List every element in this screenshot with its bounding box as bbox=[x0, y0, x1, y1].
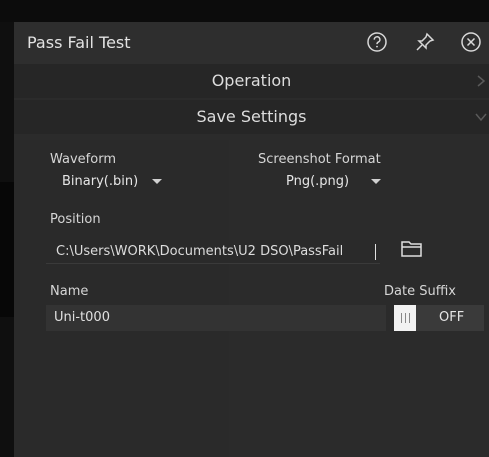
background-left bbox=[0, 22, 14, 457]
caret-down-icon bbox=[371, 179, 382, 184]
operation-section-header[interactable]: Operation bbox=[14, 64, 489, 98]
name-label: Name bbox=[50, 284, 89, 299]
background-top bbox=[0, 0, 489, 22]
date-suffix-state: OFF bbox=[439, 310, 465, 325]
date-suffix-label: Date Suffix bbox=[384, 284, 456, 299]
folder-icon[interactable] bbox=[400, 238, 424, 260]
operation-section-label: Operation bbox=[211, 71, 292, 90]
help-icon[interactable] bbox=[364, 29, 390, 55]
screenshot-format-dropdown[interactable]: Png(.png) bbox=[286, 174, 382, 196]
waveform-value: Binary(.bin) bbox=[62, 174, 139, 189]
screenshot-format-label: Screenshot Format bbox=[258, 152, 381, 167]
save-settings-section-label: Save Settings bbox=[196, 107, 307, 126]
pin-icon[interactable] bbox=[412, 29, 438, 55]
pass-fail-dialog: Pass Fail Test Operation Save Settings W… bbox=[14, 22, 489, 457]
name-input[interactable]: Uni-t000 bbox=[46, 305, 386, 331]
waveform-label: Waveform bbox=[50, 152, 116, 167]
toggle-knob bbox=[394, 305, 416, 331]
date-suffix-toggle[interactable]: OFF bbox=[394, 305, 484, 331]
dialog-title: Pass Fail Test bbox=[27, 33, 131, 52]
chevron-right-icon bbox=[477, 75, 486, 87]
text-cursor bbox=[375, 244, 376, 260]
dialog-titlebar: Pass Fail Test bbox=[14, 22, 489, 64]
screenshot-format-value: Png(.png) bbox=[286, 174, 350, 189]
chevron-down-icon bbox=[475, 113, 487, 122]
waveform-dropdown[interactable]: Binary(.bin) bbox=[62, 174, 163, 196]
close-icon[interactable] bbox=[458, 29, 484, 55]
position-path-value: C:\Users\WORK\Documents\U2 DSO\PassFail bbox=[56, 244, 344, 259]
save-settings-section-header[interactable]: Save Settings bbox=[14, 100, 489, 134]
position-path-field[interactable]: C:\Users\WORK\Documents\U2 DSO\PassFail bbox=[46, 240, 380, 264]
position-label: Position bbox=[50, 212, 101, 227]
caret-down-icon bbox=[152, 179, 163, 184]
